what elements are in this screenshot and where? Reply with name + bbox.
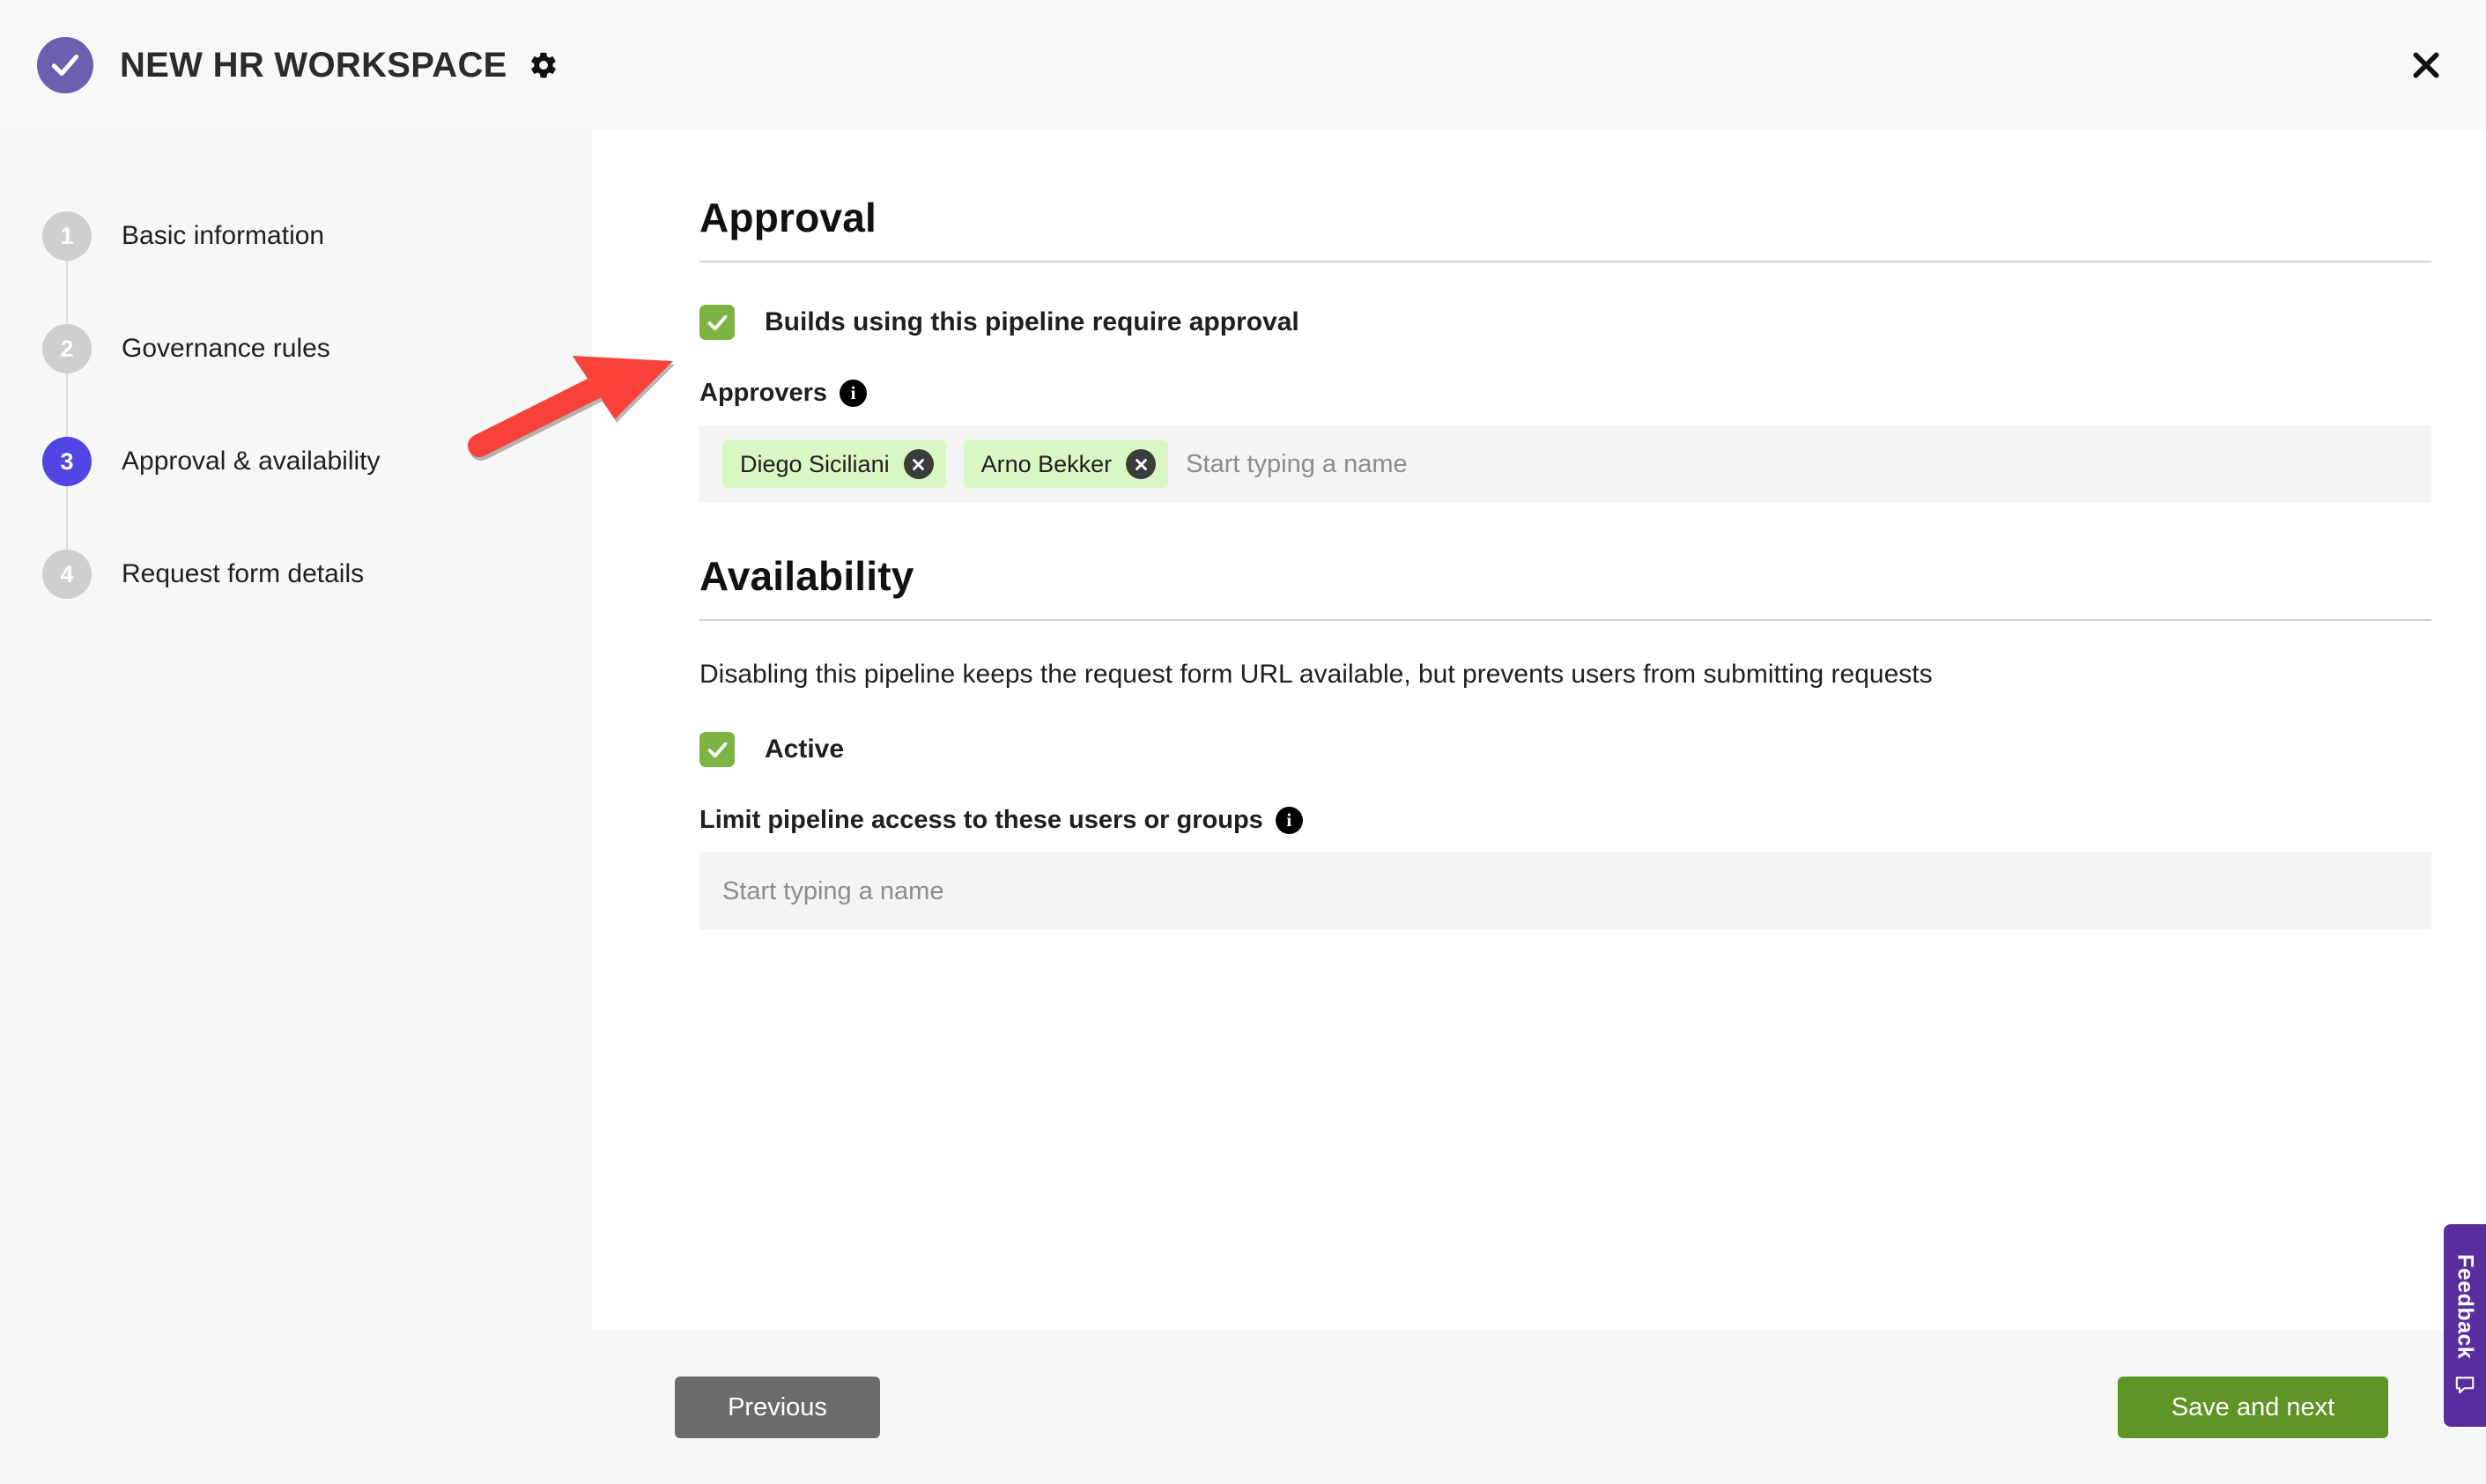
save-and-next-button[interactable]: Save and next	[2118, 1377, 2388, 1438]
step-label: Basic information	[122, 221, 325, 250]
require-approval-label: Builds using this pipeline require appro…	[765, 307, 1299, 336]
approvers-placeholder: Start typing a name	[1186, 449, 1408, 478]
close-icon[interactable]	[2403, 42, 2449, 88]
wizard-footer: Previous Save and next	[0, 1330, 2486, 1484]
info-icon[interactable]: i	[1275, 807, 1303, 834]
require-approval-checkbox[interactable]	[699, 305, 735, 340]
main-content: Approval Builds using this pipeline requ…	[592, 130, 2486, 1330]
feedback-tab[interactable]: Feedback	[2444, 1224, 2486, 1427]
active-checkbox[interactable]	[699, 732, 735, 767]
approver-token[interactable]: Diego Siciliani	[722, 440, 946, 488]
close-icon[interactable]	[903, 449, 934, 479]
approvers-input[interactable]: Diego Siciliani Arno Bekker Start typing…	[699, 425, 2431, 503]
step-label: Request form details	[122, 559, 365, 588]
step-label: Approval & availability	[122, 447, 381, 476]
new-hr-workspace-wizard: NEW HR WORKSPACE 1 Basic information 2 G…	[0, 0, 2486, 1484]
info-icon[interactable]: i	[840, 380, 868, 407]
app-header: NEW HR WORKSPACE	[0, 0, 2486, 130]
step-label: Governance rules	[122, 334, 330, 363]
approver-name: Arno Bekker	[980, 450, 1113, 477]
step-number: 4	[42, 550, 92, 599]
section-divider	[699, 261, 2431, 262]
availability-description: Disabling this pipeline keeps the reques…	[699, 660, 1933, 689]
check-circle-icon	[37, 37, 93, 93]
sidebar-item-basic-information[interactable]: 1 Basic information	[0, 180, 592, 342]
previous-button[interactable]: Previous	[675, 1377, 880, 1438]
limit-access-input[interactable]: Start typing a name	[699, 853, 2431, 930]
sidebar-item-request-form-details[interactable]: 4 Request form details	[0, 518, 592, 631]
gear-icon[interactable]	[525, 47, 562, 84]
limit-access-label-row: Limit pipeline access to these users or …	[699, 806, 2380, 835]
approver-name: Diego Siciliani	[740, 450, 890, 477]
active-checkbox-row[interactable]: Active	[699, 732, 2380, 767]
approver-token[interactable]: Arno Bekker	[963, 440, 1169, 488]
limit-access-placeholder: Start typing a name	[722, 876, 944, 905]
approvers-label-row: Approvers i	[699, 379, 2380, 408]
step-number: 3	[42, 437, 92, 486]
sidebar-item-governance-rules[interactable]: 2 Governance rules	[0, 292, 592, 454]
limit-access-label: Limit pipeline access to these users or …	[699, 806, 1263, 834]
approval-heading: Approval	[699, 195, 877, 240]
approvers-label: Approvers	[699, 379, 828, 407]
step-number: 1	[42, 211, 92, 261]
close-icon[interactable]	[1126, 449, 1157, 479]
wizard-stepper: 1 Basic information 2 Governance rules 3…	[0, 130, 592, 1484]
section-divider	[699, 619, 2431, 621]
step-number: 2	[42, 324, 92, 373]
sidebar-item-approval-and-availability[interactable]: 3 Approval & availability	[0, 405, 592, 567]
availability-heading: Availability	[699, 553, 914, 599]
comment-icon	[2455, 1376, 2475, 1393]
feedback-label: Feedback	[2453, 1254, 2478, 1360]
page-title: NEW HR WORKSPACE	[120, 45, 507, 85]
require-approval-checkbox-row[interactable]: Builds using this pipeline require appro…	[699, 305, 2380, 340]
active-label: Active	[765, 735, 845, 764]
